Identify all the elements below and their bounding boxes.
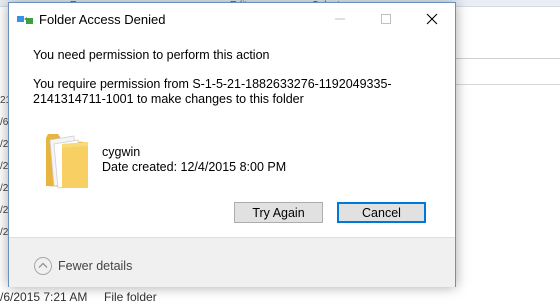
minimize-button[interactable] bbox=[317, 3, 363, 35]
fewer-details-link[interactable]: Fewer details bbox=[58, 259, 132, 273]
maximize-button[interactable] bbox=[363, 3, 409, 35]
explorer-row-date: /6/2015 7:21 AM bbox=[0, 290, 88, 304]
maximize-icon bbox=[381, 14, 391, 24]
close-button[interactable] bbox=[409, 3, 455, 35]
explorer-row-type: File folder bbox=[104, 290, 157, 304]
close-icon bbox=[426, 13, 438, 25]
try-again-button[interactable]: Try Again bbox=[234, 202, 323, 223]
cancel-button[interactable]: Cancel bbox=[337, 202, 426, 223]
dialog-titlebar[interactable]: Folder Access Denied bbox=[9, 3, 455, 35]
dialog-footer: Fewer details bbox=[9, 237, 455, 287]
permission-text: You require permission from S-1-5-21-188… bbox=[33, 77, 392, 106]
folder-move-icon bbox=[17, 13, 33, 25]
chevron-up-icon[interactable] bbox=[33, 256, 53, 276]
dialog-message: You need permission to perform this acti… bbox=[33, 48, 270, 62]
folder-date-created: Date created: 12/4/2015 8:00 PM bbox=[102, 160, 287, 174]
folder-access-denied-dialog: Folder Access Denied You need permission… bbox=[8, 2, 456, 287]
folder-name: cygwin bbox=[102, 145, 141, 159]
explorer-divider bbox=[456, 58, 560, 59]
dialog-title: Folder Access Denied bbox=[39, 12, 166, 27]
folder-icon bbox=[44, 130, 90, 190]
minimize-icon bbox=[335, 18, 345, 20]
explorer-divider bbox=[456, 84, 560, 85]
